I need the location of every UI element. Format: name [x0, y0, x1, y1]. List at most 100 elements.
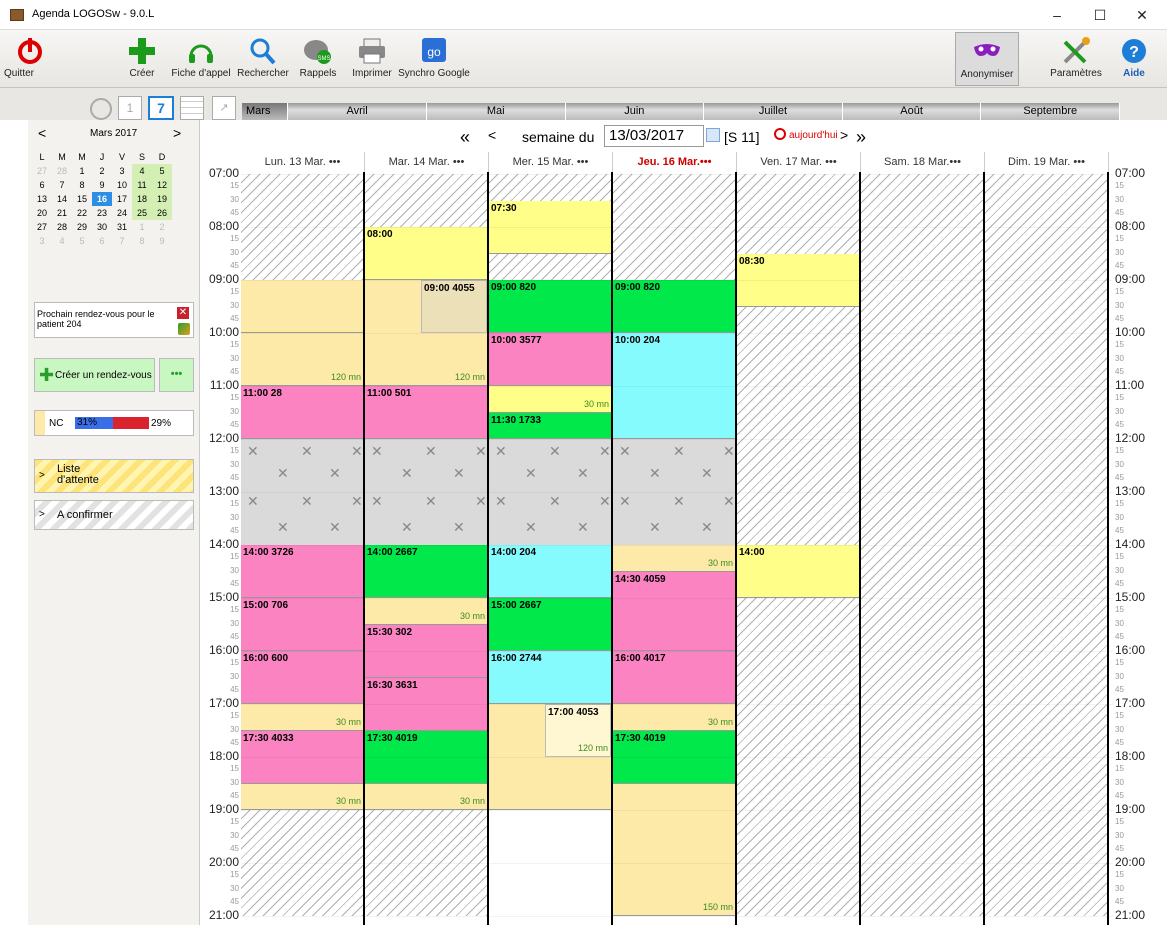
appointment[interactable]: 120 mn [241, 333, 363, 386]
maximize-button[interactable]: ☐ [1080, 4, 1120, 26]
appointment[interactable]: 30 mn [613, 545, 735, 572]
close-icon[interactable]: ✕ [177, 307, 189, 319]
google-sync-button[interactable]: go Synchro Google [398, 32, 470, 86]
mini-cal-day[interactable]: 17 [112, 192, 132, 206]
mini-cal-day[interactable]: 15 [72, 192, 92, 206]
calendar-picker-icon[interactable] [706, 128, 720, 142]
mini-cal-day[interactable]: 20 [32, 206, 52, 220]
mini-cal-day[interactable]: 3 [32, 234, 52, 248]
mini-cal-day[interactable]: 25 [132, 206, 152, 220]
create-appointment-button[interactable]: ✚ Créer un rendez-vous [34, 358, 155, 392]
day-header[interactable]: Jeu. 16 Mar.••• [613, 152, 737, 172]
mini-cal-day[interactable]: 23 [92, 206, 112, 220]
appointment[interactable]: 11:00 501 [365, 386, 487, 439]
appointment[interactable] [241, 280, 363, 333]
mini-cal-day[interactable]: 1 [132, 220, 152, 234]
appointment[interactable]: 15:00 706 [241, 598, 363, 651]
mini-cal-day[interactable]: 29 [72, 220, 92, 234]
quit-button[interactable]: Quitter [0, 32, 60, 86]
mini-cal-day[interactable]: 2 [152, 220, 172, 234]
mini-cal-next[interactable]: > [173, 125, 181, 141]
day-header[interactable]: Sam. 18 Mar.••• [861, 152, 985, 172]
appointment[interactable]: 16:00 4017 [613, 651, 735, 704]
day-header[interactable]: Lun. 13 Mar. ••• [241, 152, 365, 172]
callsheet-button[interactable]: Fiche d'appel [170, 32, 232, 86]
appointment[interactable]: 15:00 2667 [489, 598, 611, 651]
more-options-button[interactable]: ••• [159, 358, 194, 392]
appointment[interactable]: 11:30 1733 [489, 412, 611, 439]
close-button[interactable]: ✕ [1122, 4, 1162, 26]
mini-cal-day[interactable]: 21 [52, 206, 72, 220]
mini-cal-day[interactable]: 27 [32, 220, 52, 234]
day-header[interactable]: Mar. 14 Mar. ••• [365, 152, 489, 172]
waiting-list-button[interactable]: > Liste d'attente [34, 459, 194, 493]
mini-cal-day[interactable]: 5 [152, 164, 172, 178]
appointment[interactable]: 14:00 [737, 545, 859, 598]
appointment[interactable]: 30 mn [489, 386, 611, 413]
search-button[interactable]: Rechercher [236, 32, 290, 86]
reminders-button[interactable]: SMS Rappels [296, 32, 340, 86]
mini-cal-day[interactable]: 31 [112, 220, 132, 234]
appointment[interactable]: 11:00 28 [241, 386, 363, 439]
target-icon[interactable] [90, 98, 112, 120]
day-header[interactable]: Ven. 17 Mar. ••• [737, 152, 861, 172]
mini-cal-day[interactable]: 19 [152, 192, 172, 206]
mini-cal-day[interactable]: 24 [112, 206, 132, 220]
anonymize-button[interactable]: Anonymiser [955, 32, 1019, 86]
mini-cal-prev[interactable]: < [38, 125, 46, 141]
week-date-field[interactable]: 13/03/2017 [604, 125, 704, 147]
mini-cal-day[interactable]: 8 [132, 234, 152, 248]
expand-icon[interactable]: ↗ [212, 96, 236, 120]
day-view-icon[interactable]: 1 [118, 96, 142, 120]
mini-cal-day[interactable]: 9 [92, 178, 112, 192]
mini-cal-day[interactable]: 2 [92, 164, 112, 178]
appointment[interactable]: 09:00 4055 [421, 280, 487, 333]
settings-button[interactable]: Paramètres [1046, 32, 1106, 86]
appointment[interactable]: 30 mn [613, 704, 735, 731]
mini-cal-day[interactable]: 26 [152, 206, 172, 220]
day-header[interactable]: Dim. 19 Mar. ••• [985, 152, 1109, 172]
prev-week-button[interactable]: < [488, 127, 496, 143]
print-button[interactable]: Imprimer [348, 32, 396, 86]
mini-cal-day[interactable]: 6 [32, 178, 52, 192]
mini-cal-day[interactable]: 28 [52, 164, 72, 178]
appointment[interactable]: 14:00 2667 [365, 545, 487, 598]
person-icon[interactable] [178, 323, 190, 335]
create-button[interactable]: Créer [120, 32, 164, 86]
month-tab[interactable]: Mai [426, 103, 566, 120]
next-week-button[interactable]: > [840, 127, 848, 143]
day-header[interactable]: Mer. 15 Mar. ••• [489, 152, 613, 172]
month-tab[interactable]: Mars [242, 103, 289, 120]
mini-cal-day[interactable]: 1 [72, 164, 92, 178]
appointment[interactable]: 14:00 204 [489, 545, 611, 598]
mini-cal-day[interactable]: 9 [152, 234, 172, 248]
month-view-icon[interactable] [180, 96, 204, 120]
minimize-button[interactable]: – [1037, 4, 1077, 26]
mini-cal-day[interactable]: 7 [112, 234, 132, 248]
week-view-icon[interactable]: 7 [148, 96, 174, 120]
appointment[interactable]: 16:00 2744 [489, 651, 611, 704]
appointment[interactable]: 16:00 600 [241, 651, 363, 704]
month-tab[interactable]: Septembre [981, 103, 1121, 120]
mini-cal-day[interactable]: 16 [92, 192, 112, 206]
appointment[interactable]: 08:00 [365, 227, 487, 280]
today-link[interactable]: aujourd'hui [789, 130, 838, 141]
appointment[interactable]: 150 mn [613, 783, 735, 916]
next-month-button[interactable]: » [856, 127, 866, 148]
appointment[interactable]: 17:00 4053 120 mn [545, 704, 611, 757]
mini-cal-day[interactable]: 30 [92, 220, 112, 234]
prev-month-button[interactable]: « [460, 127, 470, 148]
appointment[interactable]: 30 mn [241, 704, 363, 731]
appointment[interactable]: 14:30 4059 [613, 571, 735, 651]
help-button[interactable]: ? Aide [1114, 32, 1154, 86]
appointment[interactable]: 30 mn [241, 783, 363, 810]
mini-cal-day[interactable]: 27 [32, 164, 52, 178]
appointment[interactable]: 09:00 820 [613, 280, 735, 333]
month-tab[interactable]: Juillet [704, 103, 843, 120]
mini-cal-day[interactable]: 12 [152, 178, 172, 192]
mini-cal-day[interactable]: 4 [52, 234, 72, 248]
to-confirm-button[interactable]: > A confirmer [34, 500, 194, 530]
appointment[interactable]: 14:00 3726 [241, 545, 363, 598]
appointment[interactable]: 09:00 820 [489, 280, 611, 333]
mini-cal-day[interactable]: 4 [132, 164, 152, 178]
